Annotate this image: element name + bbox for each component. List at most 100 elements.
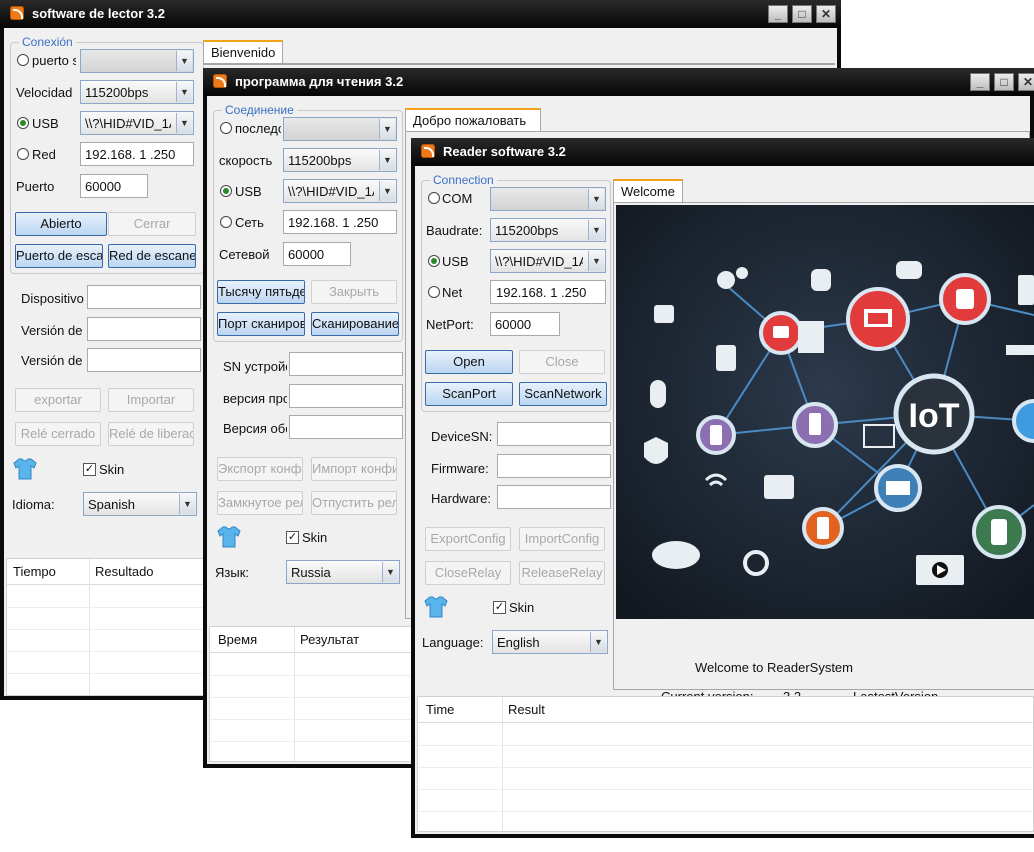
import-button[interactable]: ImportConfig (519, 527, 605, 551)
chevron-down-icon: ▼ (382, 562, 398, 582)
usb-select[interactable]: \\?\HID#VID_1A ▼ (80, 111, 194, 135)
com-select[interactable]: ▼ (490, 187, 606, 211)
col-result: Resultado (95, 564, 154, 579)
closerelay-button[interactable]: CloseRelay (425, 561, 511, 585)
usb-label: USB (235, 184, 262, 199)
devicesn-label: SN устройства (223, 359, 287, 374)
close-button[interactable]: ✕ (1018, 73, 1034, 91)
open-button[interactable]: Тысячу пятьдесят (217, 280, 305, 304)
hardware-input[interactable] (497, 485, 611, 509)
port-label: Puerto (16, 179, 55, 194)
net-radio[interactable] (428, 286, 440, 298)
table-header: Time Result (418, 697, 1033, 723)
closerelay-button[interactable]: Замкнутое реле (217, 491, 303, 515)
skin-checkbox[interactable]: ✓ (83, 463, 96, 476)
usb-radio[interactable] (17, 117, 29, 129)
open-button[interactable]: Abierto (15, 212, 107, 236)
firmware-label: Firmware: (431, 461, 489, 476)
port-input[interactable]: 60000 (80, 174, 148, 198)
titlebar[interactable]: Reader software 3.2 (411, 138, 1034, 166)
tab-welcome[interactable]: Bienvenido (203, 40, 283, 64)
com-select[interactable]: ▼ (283, 117, 397, 141)
export-button[interactable]: exportar (15, 388, 101, 412)
devicesn-input[interactable] (87, 285, 201, 309)
tab-welcome[interactable]: Welcome (613, 179, 683, 203)
net-label: Net (442, 285, 463, 300)
language-select[interactable]: Russia ▼ (286, 560, 400, 584)
net-label: Сеть (235, 215, 264, 230)
app-icon (10, 6, 24, 20)
skin-label: Skin (509, 600, 535, 615)
hardware-input[interactable] (289, 415, 403, 439)
devicesn-label: DeviceSN: (431, 429, 493, 444)
hardware-input[interactable] (87, 348, 201, 372)
devicesn-input[interactable] (289, 352, 403, 376)
close-conn-button[interactable]: Cerrar (108, 212, 196, 236)
titlebar[interactable]: программа для чтения 3.2 _ □ ✕ (203, 68, 1034, 96)
window-english: Reader software 3.2 Connection COM ▼ Bau… (411, 138, 1034, 838)
skin-checkbox[interactable]: ✓ (493, 601, 506, 614)
usb-label: USB (32, 116, 59, 131)
usb-select[interactable]: \\?\HID#VID_1A ▼ (490, 249, 606, 273)
net-radio[interactable] (220, 216, 232, 228)
export-button[interactable]: Экспорт конфигурации (217, 457, 303, 481)
releaserelay-button[interactable]: Relé de liberación (108, 422, 194, 446)
scanport-button[interactable]: ScanPort (425, 382, 513, 406)
usb-select[interactable]: \\?\HID#VID_1A ▼ (283, 179, 397, 203)
releaserelay-button[interactable]: Отпустить реле (311, 491, 397, 515)
net-radio[interactable] (17, 148, 29, 160)
baud-select[interactable]: 115200bps ▼ (490, 218, 606, 242)
maximize-button[interactable]: □ (792, 5, 812, 23)
skin-shirt-icon[interactable] (217, 526, 241, 548)
devicesn-input[interactable] (497, 422, 611, 446)
baud-select[interactable]: 115200bps ▼ (80, 80, 194, 104)
skin-shirt-icon[interactable] (424, 596, 448, 618)
com-radio[interactable] (17, 54, 29, 66)
firmware-input[interactable] (497, 454, 611, 478)
releaserelay-button[interactable]: ReleaseRelay (519, 561, 605, 585)
scanport-button[interactable]: Puerto de escaneo (15, 244, 103, 268)
closerelay-button[interactable]: Relé cerrado (15, 422, 101, 446)
scannetwork-button[interactable]: Red de escaneo (108, 244, 196, 268)
col-time: Time (426, 702, 455, 717)
close-conn-button[interactable]: Закрыть (311, 280, 397, 304)
export-button[interactable]: ExportConfig (425, 527, 511, 551)
firmware-input[interactable] (289, 384, 403, 408)
open-button[interactable]: Open (425, 350, 513, 374)
firmware-label: версия прошивки (223, 391, 287, 406)
import-button[interactable]: Импорт конфигурации (311, 457, 397, 481)
close-button[interactable]: ✕ (816, 5, 836, 23)
scanport-button[interactable]: Порт сканирования (217, 312, 305, 336)
baud-select[interactable]: 115200bps ▼ (283, 148, 397, 172)
window-client: Connection COM ▼ Baudrate: 115200bps ▼ US… (415, 166, 1034, 834)
group-label: Conexión (19, 35, 76, 49)
port-input[interactable]: 60000 (283, 242, 351, 266)
language-select[interactable]: Spanish ▼ (83, 492, 197, 516)
col-time: Tiempo (13, 564, 56, 579)
ip-input[interactable]: 192.168. 1 .250 (490, 280, 606, 304)
skin-checkbox[interactable]: ✓ (286, 531, 299, 544)
app-icon (421, 144, 435, 158)
usb-radio[interactable] (220, 185, 232, 197)
usb-radio[interactable] (428, 255, 440, 267)
ip-input[interactable]: 192.168. 1 .250 (283, 210, 397, 234)
window-title: программа для чтения 3.2 (235, 74, 404, 89)
language-select[interactable]: English ▼ (492, 630, 608, 654)
com-radio[interactable] (220, 122, 232, 134)
titlebar[interactable]: software de lector 3.2 _ □ ✕ (0, 0, 841, 28)
com-select[interactable]: ▼ (80, 49, 194, 73)
tab-welcome[interactable]: Добро пожаловать (405, 108, 541, 132)
scannetwork-button[interactable]: Сканирование сети (311, 312, 399, 336)
port-input[interactable]: 60000 (490, 312, 560, 336)
minimize-button[interactable]: _ (768, 5, 788, 23)
ip-input[interactable]: 192.168. 1 .250 (80, 142, 194, 166)
close-conn-button[interactable]: Close (519, 350, 605, 374)
com-radio[interactable] (428, 192, 440, 204)
import-button[interactable]: Importar (108, 388, 194, 412)
firmware-input[interactable] (87, 317, 201, 341)
maximize-button[interactable]: □ (994, 73, 1014, 91)
minimize-button[interactable]: _ (970, 73, 990, 91)
scannetwork-button[interactable]: ScanNetwork (519, 382, 607, 406)
welcome-text: Welcome to ReaderSystem (695, 660, 853, 675)
skin-shirt-icon[interactable] (13, 458, 37, 480)
